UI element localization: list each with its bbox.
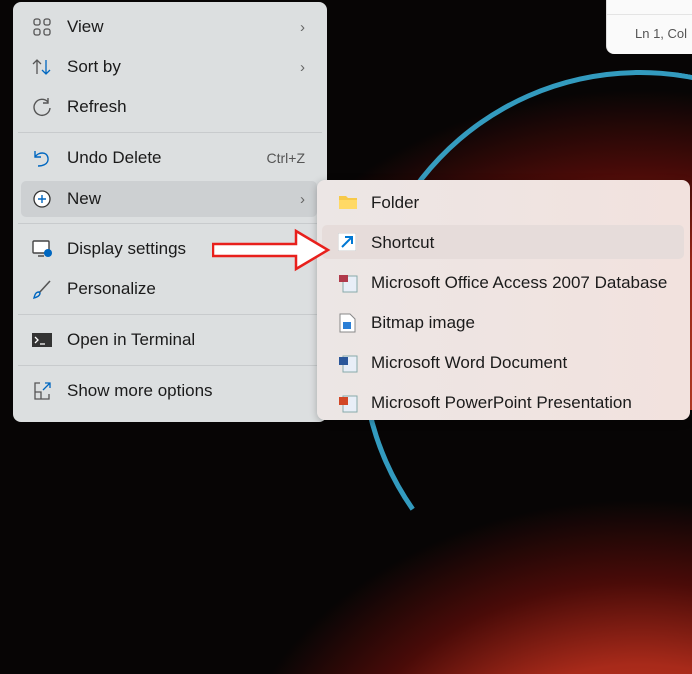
menu-item-label: Refresh xyxy=(67,97,127,116)
new-submenu: Folder Shortcut Microsoft Office Access … xyxy=(317,180,690,420)
submenu-item-label: Microsoft PowerPoint Presentation xyxy=(371,393,632,412)
word-icon xyxy=(338,353,358,373)
bitmap-icon xyxy=(338,313,356,333)
sort-icon xyxy=(32,57,52,77)
submenu-item-bitmap-image[interactable]: Bitmap image xyxy=(322,305,684,339)
submenu-item-word-document[interactable]: Microsoft Word Document xyxy=(322,345,684,379)
menu-item-label: Display settings xyxy=(67,239,187,258)
chevron-right-icon: › xyxy=(300,58,305,76)
notepad-window: Ln 1, Col xyxy=(606,0,692,54)
menu-item-label: Undo Delete xyxy=(67,148,162,167)
menu-separator xyxy=(18,223,322,224)
menu-item-show-more-options[interactable]: Show more options xyxy=(21,373,317,409)
terminal-icon xyxy=(32,330,52,350)
menu-separator xyxy=(18,314,322,315)
shortcut-text: Ctrl+Z xyxy=(266,150,306,166)
submenu-item-label: Microsoft Office Access 2007 Database xyxy=(371,273,668,292)
access-icon xyxy=(338,273,358,293)
menu-item-label: View xyxy=(67,17,104,36)
submenu-item-label: Shortcut xyxy=(371,233,435,252)
shortcut-icon xyxy=(337,232,357,252)
menu-item-personalize[interactable]: Personalize xyxy=(21,271,317,307)
grid-icon xyxy=(32,17,52,37)
menu-item-sort-by[interactable]: Sort by › xyxy=(21,49,317,85)
folder-icon xyxy=(338,193,357,211)
submenu-item-access-database[interactable]: Microsoft Office Access 2007 Database xyxy=(322,265,684,299)
plus-circle-icon xyxy=(32,189,52,209)
menu-separator xyxy=(18,365,322,366)
menu-item-label: Sort by xyxy=(67,57,121,76)
menu-item-label: New xyxy=(67,189,102,208)
more-options-icon xyxy=(32,381,52,401)
submenu-item-label: Folder xyxy=(371,193,420,212)
submenu-item-label: Microsoft Word Document xyxy=(371,353,568,372)
submenu-item-shortcut[interactable]: Shortcut xyxy=(322,225,684,259)
chevron-right-icon: › xyxy=(300,18,305,36)
powerpoint-icon xyxy=(338,393,358,413)
desktop-context-menu: View › Sort by › Refresh Undo Delete Ctr… xyxy=(13,2,327,422)
menu-item-open-in-terminal[interactable]: Open in Terminal xyxy=(21,322,317,358)
cursor-position-status: Ln 1, Col xyxy=(635,26,688,41)
submenu-item-folder[interactable]: Folder xyxy=(322,185,684,219)
chevron-right-icon: › xyxy=(300,190,305,208)
menu-item-view[interactable]: View › xyxy=(21,9,317,45)
red-arrow-annotation xyxy=(212,228,331,272)
menu-item-label: Show more options xyxy=(67,381,213,400)
refresh-icon xyxy=(32,97,52,117)
submenu-item-powerpoint-presentation[interactable]: Microsoft PowerPoint Presentation xyxy=(322,385,684,419)
submenu-item-label: Bitmap image xyxy=(371,313,475,332)
brush-icon xyxy=(32,279,52,299)
menu-item-label: Open in Terminal xyxy=(67,330,196,349)
undo-icon xyxy=(32,148,52,168)
menu-separator xyxy=(18,132,322,133)
display-settings-icon xyxy=(32,239,52,259)
menu-item-label: Personalize xyxy=(67,279,156,298)
menu-item-new[interactable]: New › xyxy=(21,181,317,217)
menu-item-undo-delete[interactable]: Undo Delete Ctrl+Z xyxy=(21,140,317,176)
menu-item-refresh[interactable]: Refresh xyxy=(21,89,317,125)
